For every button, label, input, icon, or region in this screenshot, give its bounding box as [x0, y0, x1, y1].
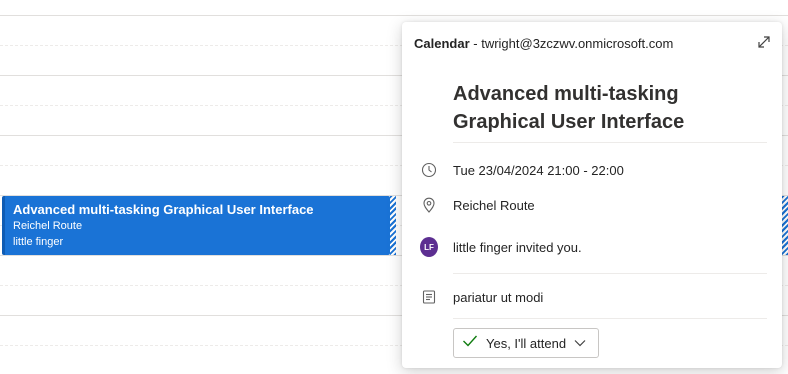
event-title: Advanced multi-tasking Graphical User In…: [13, 202, 314, 217]
invitation-text: little finger invited you.: [453, 239, 582, 255]
divider: [453, 273, 767, 274]
calendar-event[interactable]: Advanced multi-tasking Graphical User In…: [2, 196, 390, 255]
popup-event-title: Advanced multi-tasking Graphical User In…: [453, 83, 685, 133]
event-note-row: pariatur ut modi: [420, 286, 543, 308]
calendar-label: Calendar: [414, 36, 470, 51]
organizer-avatar-wrap: LF: [420, 237, 438, 257]
divider: [453, 142, 767, 143]
busy-hatch: [782, 196, 788, 255]
event-datetime: Tue 23/04/2024 21:00 - 22:00: [453, 162, 624, 178]
clock-icon: [420, 161, 438, 179]
event-details-popup: Calendar - twright@3zczwv.onmicrosoft.co…: [402, 22, 782, 368]
event-organizer: little finger: [13, 236, 64, 248]
rsvp-attend-button[interactable]: Yes, I'll attend: [453, 328, 599, 358]
chevron-down-icon[interactable]: [574, 334, 586, 352]
event-time-row: Tue 23/04/2024 21:00 - 22:00: [420, 159, 624, 181]
divider: [453, 318, 767, 319]
rsvp-label: Yes, I'll attend: [486, 335, 567, 351]
expand-icon[interactable]: [756, 34, 772, 50]
calendar-source: Calendar - twright@3zczwv.onmicrosoft.co…: [414, 36, 673, 51]
event-location: Reichel Route: [13, 220, 83, 232]
busy-hatch: [390, 196, 396, 255]
notes-icon: [420, 288, 438, 306]
checkmark-icon: [462, 334, 478, 353]
location-pin-icon: [420, 196, 438, 214]
event-note: pariatur ut modi: [453, 289, 544, 305]
calendar-account: twright@3zczwv.onmicrosoft.com: [481, 36, 674, 51]
invitation-row: LF little finger invited you.: [420, 236, 582, 258]
hour-line: [0, 15, 788, 16]
avatar[interactable]: LF: [420, 237, 438, 257]
event-location-row: Reichel Route: [420, 194, 535, 216]
event-location-text: Reichel Route: [453, 197, 535, 213]
calendar-separator: -: [469, 36, 482, 51]
